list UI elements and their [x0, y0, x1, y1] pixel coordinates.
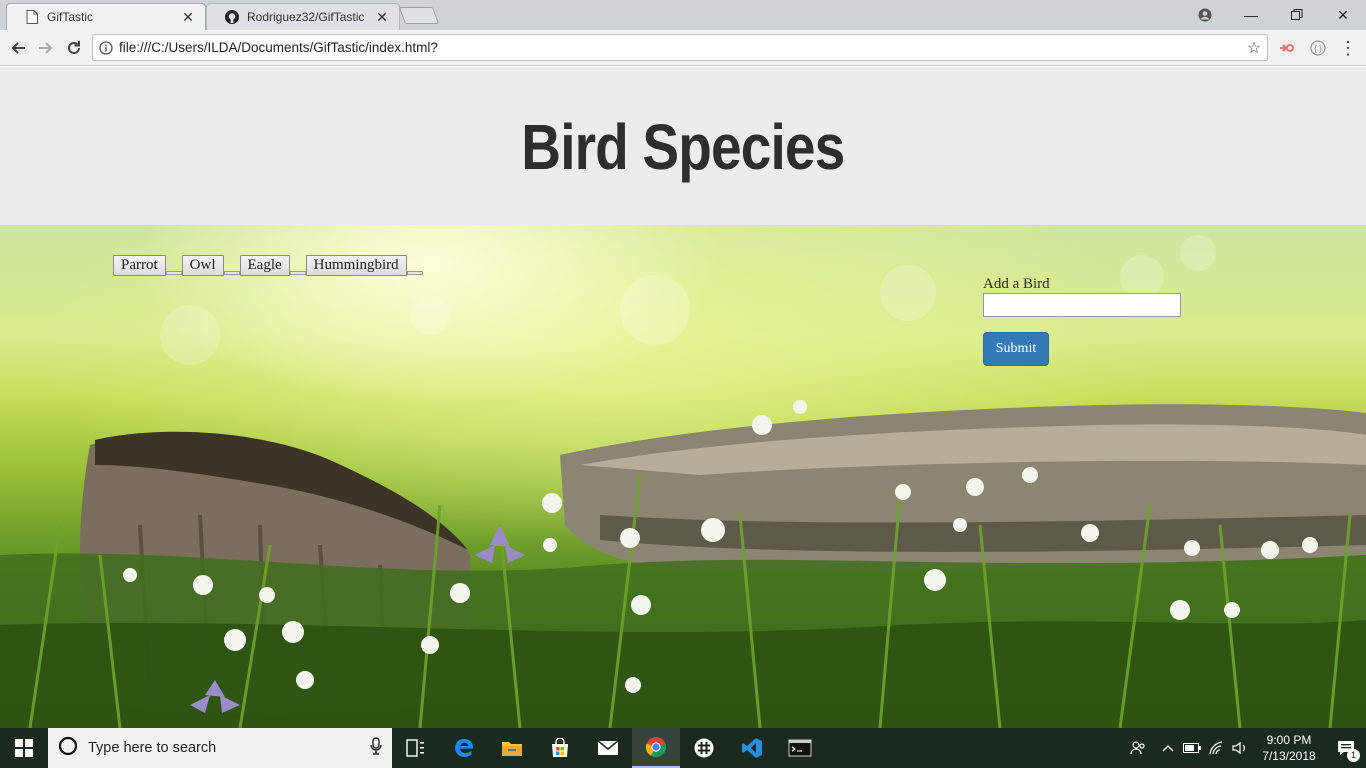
bird-button-eagle[interactable]: Eagle [239, 255, 290, 276]
bird-button-hummingbird[interactable]: Hummingbird [305, 255, 407, 276]
bird-button-row: Parrot Owl Eagle Hummingbird [113, 255, 423, 276]
slack-icon[interactable] [680, 728, 728, 768]
github-icon [225, 10, 239, 24]
svg-text:{}: {} [1313, 44, 1323, 53]
page-viewport: Bird Species Parrot Owl Eagle Hummingbir… [0, 67, 1366, 728]
search-placeholder: Type here to search [88, 740, 217, 756]
add-bird-form: Add a Bird Submit [983, 276, 1181, 366]
vscode-icon[interactable] [728, 728, 776, 768]
wifi-icon[interactable] [1204, 728, 1228, 768]
tab-giftastic[interactable]: GifTastic ✕ [6, 3, 206, 30]
page-title: Bird Species [521, 111, 845, 183]
chrome-icon[interactable] [632, 728, 680, 768]
info-icon[interactable] [93, 40, 119, 55]
system-tray: 9:00 PM 7/13/2018 1 [1120, 728, 1366, 768]
volume-icon[interactable] [1228, 728, 1252, 768]
extension-icon[interactable]: {} [1306, 36, 1330, 60]
back-icon[interactable] [6, 36, 30, 60]
clock-time: 9:00 PM [1266, 733, 1312, 747]
people-icon[interactable] [1120, 728, 1156, 768]
clock-date: 7/13/2018 [1262, 749, 1316, 763]
page-icon [25, 10, 39, 24]
tab-title: GifTastic [47, 10, 94, 24]
microphone-icon[interactable] [370, 736, 382, 760]
bird-button-owl[interactable]: Owl [181, 255, 224, 276]
cortana-icon [58, 736, 78, 761]
button-gap [223, 271, 240, 275]
add-bird-input[interactable] [983, 293, 1181, 317]
show-hidden-icons-icon[interactable] [1156, 728, 1180, 768]
button-gap [165, 271, 182, 275]
new-tab-button[interactable] [398, 7, 440, 24]
menu-icon[interactable]: ⋮ [1336, 36, 1360, 60]
restore-button[interactable] [1274, 0, 1320, 30]
button-gap [406, 271, 423, 275]
minimize-button[interactable]: — [1228, 0, 1274, 30]
taskbar-search-box[interactable]: Type here to search [48, 728, 392, 768]
bookmark-star-icon[interactable]: ☆ [1241, 38, 1267, 58]
reload-icon[interactable] [62, 36, 86, 60]
notification-badge: 1 [1347, 749, 1360, 762]
url-text: file:///C:/Users/ILDA/Documents/GifTasti… [119, 40, 438, 55]
taskbar-clock[interactable]: 9:00 PM 7/13/2018 [1252, 732, 1326, 764]
action-center-icon[interactable]: 1 [1326, 728, 1366, 768]
mail-icon[interactable] [584, 728, 632, 768]
task-view-icon[interactable] [392, 728, 440, 768]
browser-toolbar: file:///C:/Users/ILDA/Documents/GifTasti… [0, 30, 1366, 66]
extension-icon[interactable] [1274, 36, 1298, 60]
battery-icon[interactable] [1180, 728, 1204, 768]
close-tab-icon[interactable]: ✕ [375, 10, 389, 24]
jumbotron: Bird Species [0, 67, 1366, 225]
windows-start-icon[interactable] [0, 728, 48, 768]
profile-icon[interactable] [1182, 0, 1228, 30]
close-window-button[interactable]: ✕ [1320, 0, 1366, 30]
tab-github[interactable]: Rodriguez32/GifTastic ✕ [206, 3, 400, 30]
background-image: Parrot Owl Eagle Hummingbird Add a Bird … [0, 225, 1366, 728]
file-explorer-icon[interactable] [488, 728, 536, 768]
bird-button-parrot[interactable]: Parrot [113, 255, 166, 276]
store-icon[interactable] [536, 728, 584, 768]
close-tab-icon[interactable]: ✕ [181, 10, 195, 24]
button-gap [289, 271, 306, 275]
windows-taskbar: Type here to search 9:00 PM 7/13/2018 1 [0, 728, 1366, 768]
add-bird-label: Add a Bird [983, 276, 1050, 292]
edge-icon[interactable] [440, 728, 488, 768]
tab-strip: GifTastic ✕ Rodriguez32/GifTastic ✕ — ✕ [0, 0, 1366, 30]
terminal-icon[interactable] [776, 728, 824, 768]
submit-button[interactable]: Submit [983, 332, 1049, 366]
address-bar[interactable]: file:///C:/Users/ILDA/Documents/GifTasti… [92, 34, 1268, 61]
tab-title: Rodriguez32/GifTastic [247, 10, 365, 24]
forward-icon[interactable] [34, 36, 58, 60]
